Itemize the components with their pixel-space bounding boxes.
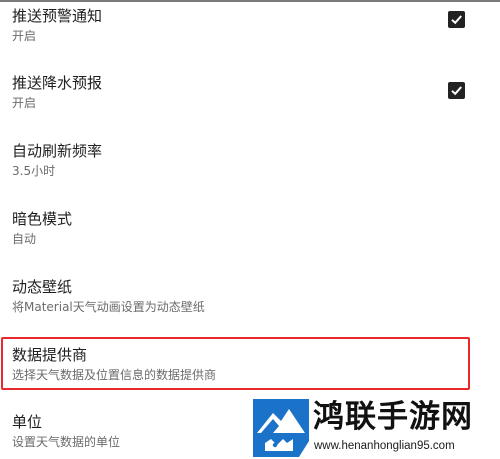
watermark-name: 鸿联手游网 xyxy=(313,399,473,435)
setting-summary: 将Material天气动画设置为动态壁纸 xyxy=(12,300,205,314)
setting-title: 暗色模式 xyxy=(12,210,73,228)
setting-title: 动态壁纸 xyxy=(12,278,73,296)
setting-auto-refresh-interval[interactable]: 自动刷新频率 3.5小时 xyxy=(0,142,500,210)
setting-title: 单位 xyxy=(12,413,43,431)
setting-title: 自动刷新频率 xyxy=(12,142,103,160)
setting-title: 推送降水预报 xyxy=(12,74,103,92)
checkmark-icon xyxy=(451,86,462,96)
checkmark-icon xyxy=(451,15,462,25)
highlight-annotation xyxy=(1,337,470,390)
checkbox-checked[interactable] xyxy=(448,11,465,28)
setting-summary: 设置天气数据的单位 xyxy=(12,435,121,449)
mountain-logo-icon xyxy=(253,399,309,457)
setting-push-alert-notifications[interactable]: 推送预警通知 开启 xyxy=(0,7,500,75)
setting-summary: 开启 xyxy=(12,29,37,43)
settings-list: 推送预警通知 开启 推送降水预报 开启 自动刷新频率 3.5小时 暗色模式 自动… xyxy=(0,0,500,459)
setting-dark-mode[interactable]: 暗色模式 自动 xyxy=(0,210,500,278)
setting-title: 推送预警通知 xyxy=(12,7,103,25)
setting-live-wallpaper[interactable]: 动态壁纸 将Material天气动画设置为动态壁纸 xyxy=(0,278,500,346)
watermark-url: www.henanhonglian95.com xyxy=(314,440,455,452)
setting-summary: 自动 xyxy=(12,232,37,246)
setting-push-precipitation-forecast[interactable]: 推送降水预报 开启 xyxy=(0,74,500,142)
setting-summary: 3.5小时 xyxy=(12,164,56,178)
checkbox-checked[interactable] xyxy=(448,82,465,99)
watermark: 鸿联手游网 www.henanhonglian95.com xyxy=(251,397,500,459)
setting-summary: 开启 xyxy=(12,96,37,110)
